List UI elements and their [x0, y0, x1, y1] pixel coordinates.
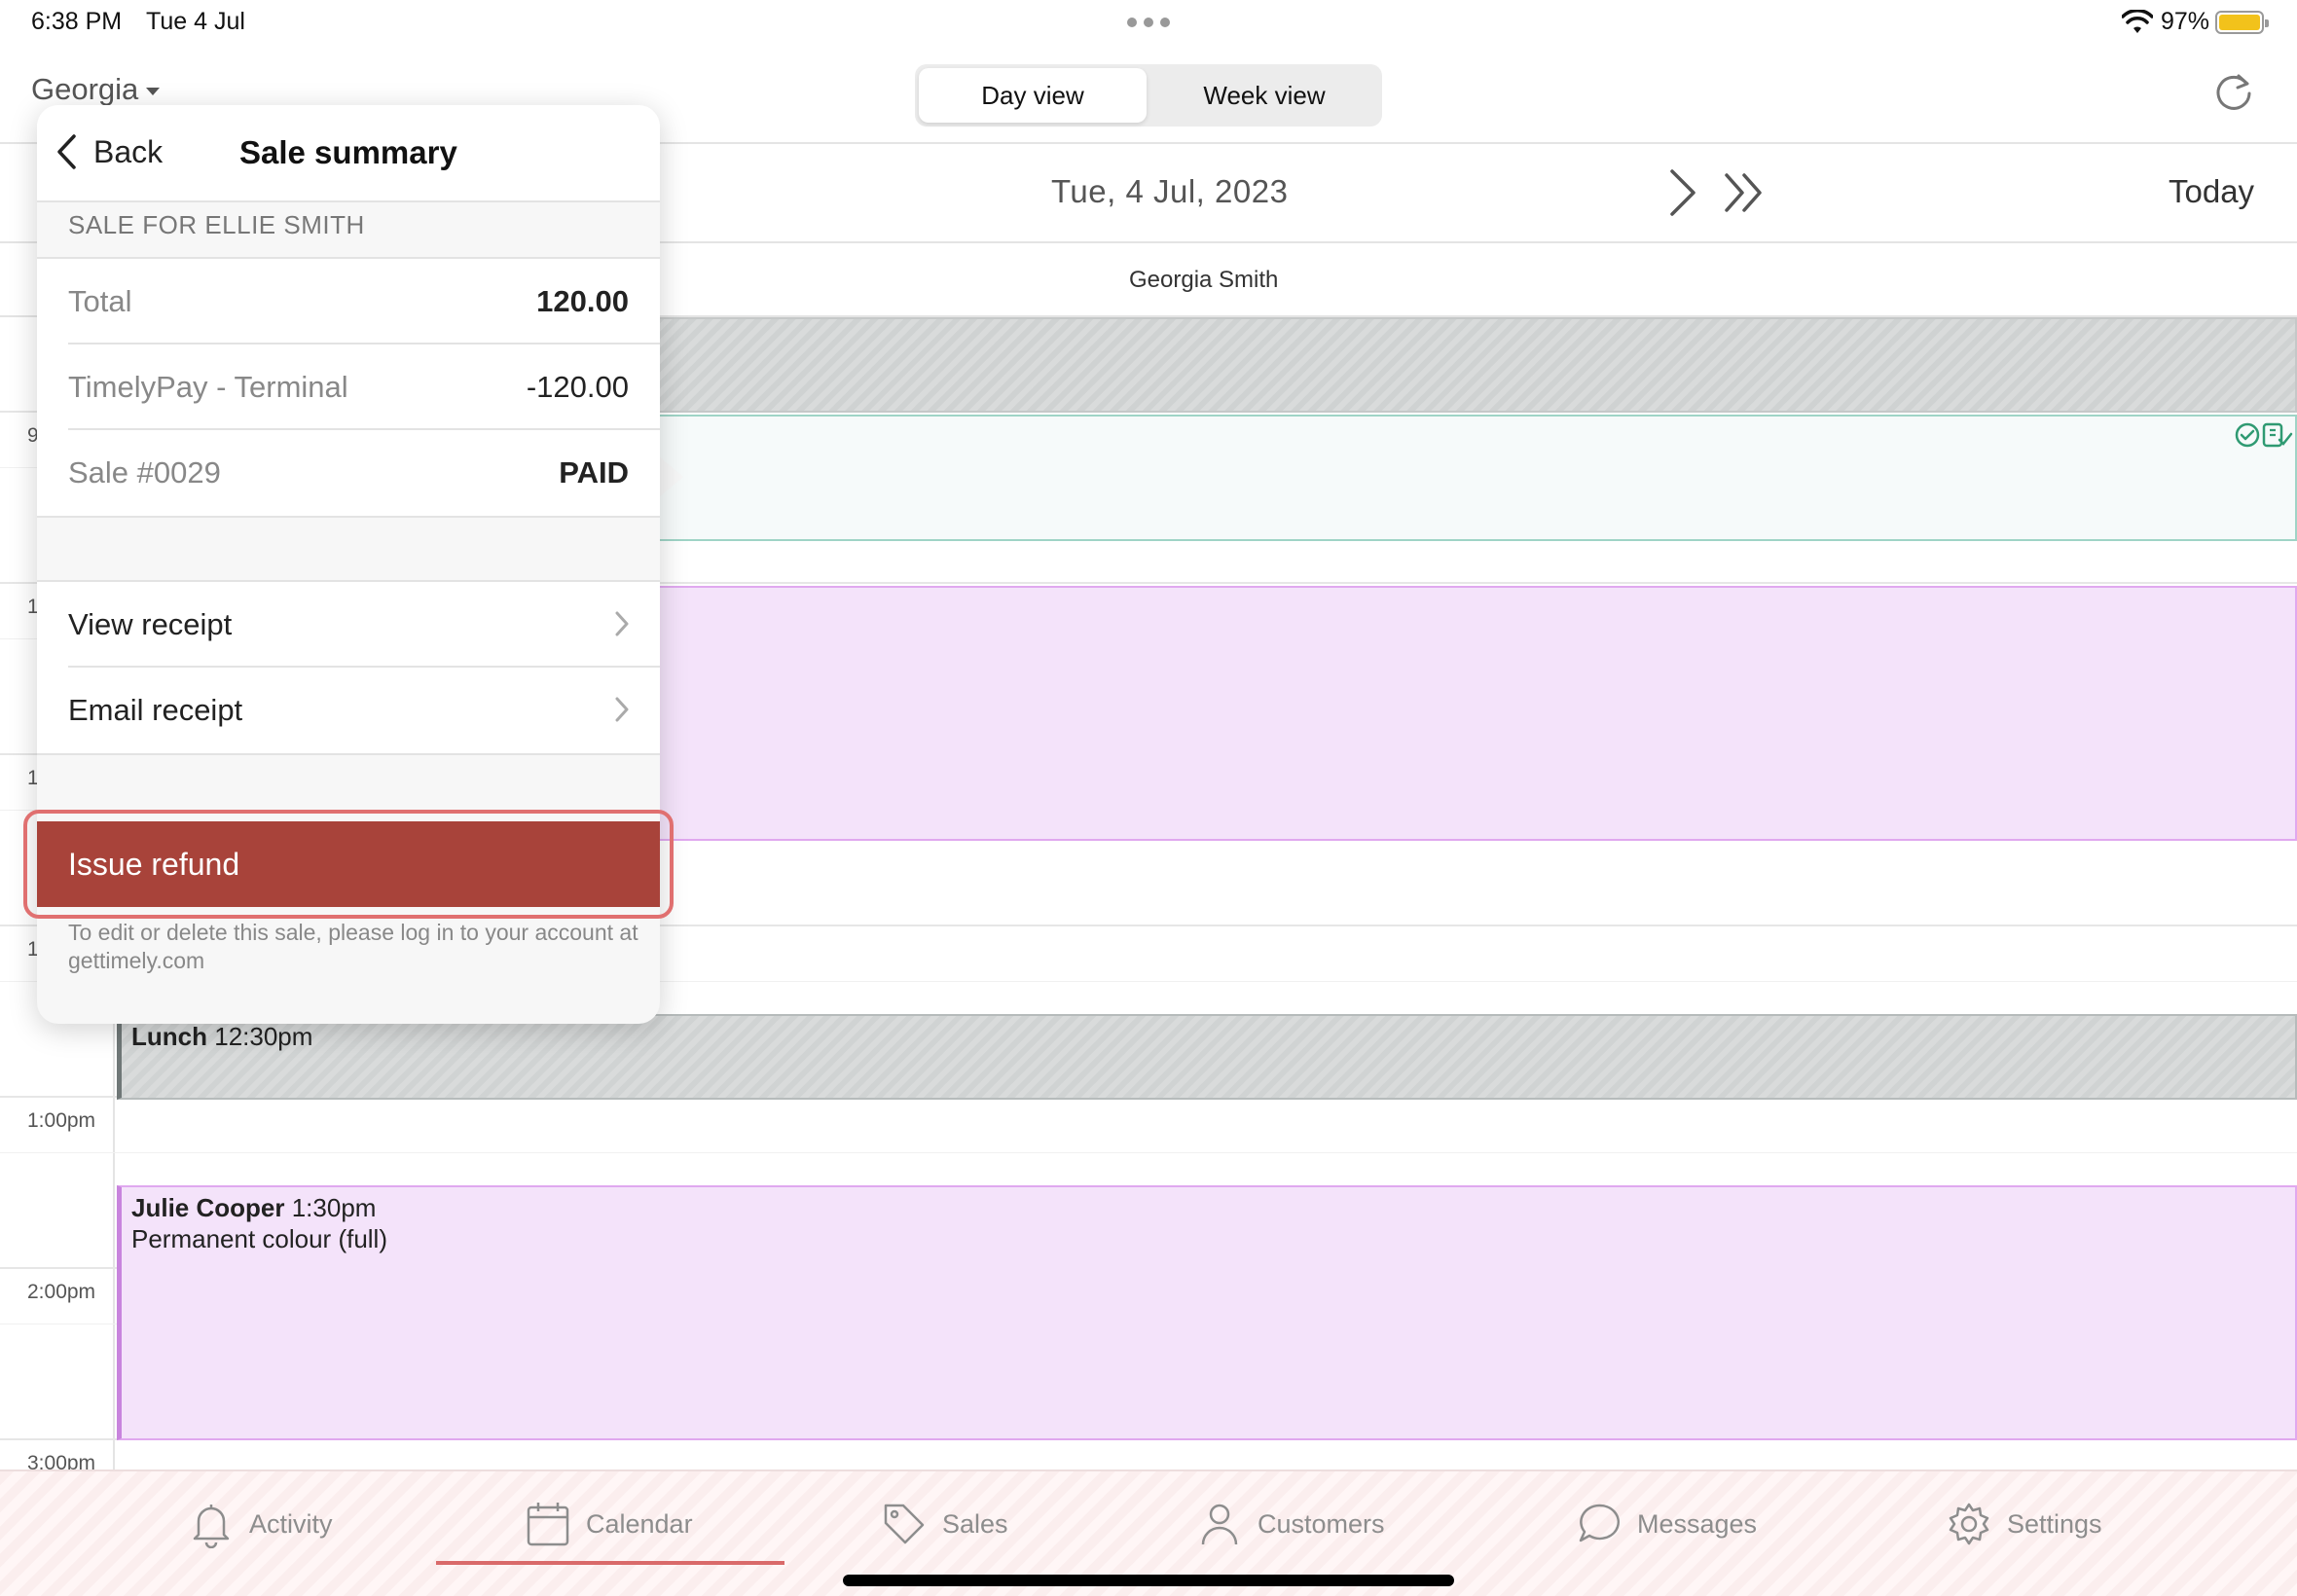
lunch-block[interactable]: Lunch 12:30pm: [117, 1014, 2297, 1100]
tab-label: Sales: [942, 1508, 1008, 1539]
row-label: TimelyPay - Terminal: [68, 370, 348, 404]
appointment-title: Julie Cooper 1:30pm: [131, 1193, 376, 1223]
staff-selector[interactable]: Georgia: [31, 72, 161, 107]
issue-refund-label: Issue refund: [68, 847, 240, 882]
tab-label: Settings: [2007, 1508, 2102, 1539]
chevron-right-icon: [615, 697, 629, 722]
row-label: Total: [68, 284, 132, 318]
home-indicator[interactable]: [843, 1575, 1454, 1586]
tab-label: Activity: [249, 1508, 333, 1539]
skip-forward-icon[interactable]: [1723, 171, 1768, 214]
paid-status-icon: [2235, 422, 2293, 448]
view-segmented-control: Day view Week view: [915, 64, 1382, 127]
status-time: 6:38 PM: [31, 8, 123, 35]
refresh-icon[interactable]: [2211, 70, 2256, 115]
edit-sale-note: To edit or delete this sale, please log …: [68, 920, 638, 973]
row-label: Sale #0029: [68, 455, 221, 490]
sale-summary-popover: Back Sale summary SALE FOR ELLIE SMITH T…: [23, 105, 674, 1024]
tab-label: Customers: [1258, 1508, 1385, 1539]
status-bar: 6:38 PM Tue 4 Jul 97%: [0, 0, 2297, 47]
bottom-tab-bar: Activity Calendar Sales Customers Messag…: [0, 1469, 2297, 1596]
sale-section-label: SALE FOR ELLIE SMITH: [68, 210, 365, 239]
wifi-icon: [2122, 10, 2153, 33]
appointment-service: Permanent colour (full): [131, 1224, 387, 1253]
multitasking-dots-icon[interactable]: [1127, 18, 1170, 27]
popover-arrow: [658, 455, 683, 498]
battery-icon: [2215, 11, 2269, 34]
sale-row-status: Sale #0029 PAID: [68, 430, 660, 516]
tab-customers[interactable]: Customers: [1197, 1497, 1385, 1551]
bell-icon: [193, 1505, 230, 1548]
appointment-time: 1:30pm: [291, 1193, 377, 1222]
tab-sales[interactable]: Sales: [882, 1497, 1008, 1551]
staff-selector-label: Georgia: [31, 72, 139, 106]
chevron-right-icon: [615, 611, 629, 636]
appointment-customer: Lunch: [131, 1022, 207, 1051]
tab-messages[interactable]: Messages: [1577, 1497, 1757, 1551]
sale-row-payment: TimelyPay - Terminal -120.00: [68, 345, 660, 430]
caret-down-icon: [146, 87, 161, 95]
email-receipt-button[interactable]: Email receipt: [68, 668, 660, 753]
tab-activity[interactable]: Activity: [189, 1497, 333, 1551]
popover-header: Back Sale summary: [37, 105, 660, 202]
issue-refund-button[interactable]: Issue refund: [37, 821, 660, 907]
appointment-customer: Julie Cooper: [131, 1193, 285, 1222]
row-label: Email receipt: [68, 693, 243, 727]
receipt-actions-list: View receipt Email receipt: [37, 580, 660, 755]
tab-label: Calendar: [586, 1508, 693, 1539]
next-day-icon[interactable]: [1664, 165, 1699, 220]
chevron-left-icon: [57, 134, 76, 169]
row-value: 120.00: [536, 284, 629, 318]
popover-title: Sale summary: [239, 134, 457, 170]
sale-details-list: Total 120.00 TimelyPay - Terminal -120.0…: [37, 257, 660, 518]
hour-label: 2:00pm: [27, 1281, 96, 1303]
today-button[interactable]: Today: [2169, 173, 2254, 210]
sale-row-total: Total 120.00: [68, 259, 660, 345]
hour-label: 1:00pm: [27, 1109, 96, 1132]
chat-bubble-icon: [1579, 1504, 1620, 1542]
back-label: Back: [93, 133, 164, 169]
tab-settings[interactable]: Settings: [1947, 1497, 2102, 1551]
row-label: View receipt: [68, 607, 233, 641]
appointment-time: 12:30pm: [214, 1022, 313, 1051]
appointment-title: Lunch 12:30pm: [131, 1022, 312, 1052]
hour-label: 3:00pm: [27, 1452, 96, 1469]
tab-day-view[interactable]: Day view: [919, 68, 1147, 123]
tab-calendar[interactable]: Calendar: [526, 1497, 693, 1551]
current-date[interactable]: Tue, 4 Jul, 2023: [1051, 173, 1288, 210]
view-receipt-button[interactable]: View receipt: [68, 582, 660, 668]
appointment-block[interactable]: Julie Cooper 1:30pm Permanent colour (fu…: [117, 1185, 2297, 1440]
row-value: PAID: [559, 455, 629, 490]
tag-icon: [884, 1504, 925, 1544]
battery-percent: 97%: [2161, 8, 2210, 35]
calendar-icon: [527, 1503, 569, 1546]
tab-label: Messages: [1637, 1508, 1758, 1539]
staff-name: Georgia Smith: [1129, 267, 1279, 293]
person-icon: [1201, 1504, 1238, 1545]
active-tab-indicator: [436, 1561, 784, 1565]
tab-week-view[interactable]: Week view: [1150, 68, 1378, 123]
row-value: -120.00: [526, 370, 629, 404]
back-button[interactable]: Back: [55, 132, 163, 171]
status-date: Tue 4 Jul: [146, 8, 245, 35]
gear-icon: [1949, 1503, 1989, 1545]
